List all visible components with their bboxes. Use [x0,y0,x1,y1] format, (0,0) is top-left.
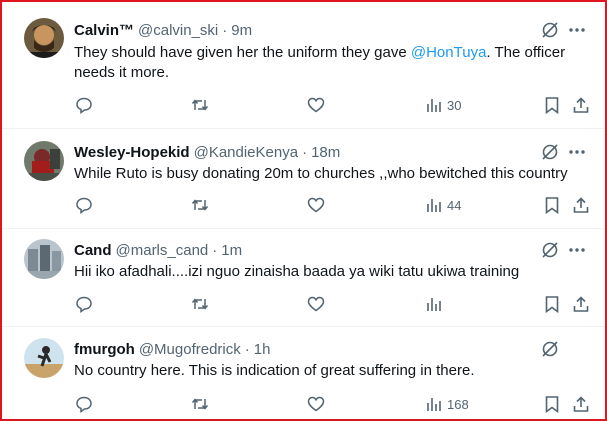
like-button[interactable] [307,95,325,115]
retweet-icon [191,199,209,211]
bookmark-button[interactable] [543,195,561,215]
tweet-header: fmurgoh @Mugofredrick · 1h [74,340,270,358]
reply-button[interactable] [75,195,93,215]
tweet-text: They should have given her the uniform t… [74,43,594,83]
timestamp[interactable]: 1h [254,341,271,358]
tweet[interactable]: Cand @marls_cand · 1m Hii iko afadhali..… [2,228,605,327]
retweet-icon [191,398,209,410]
separator-dot: · [244,340,250,358]
reply-button[interactable] [75,394,93,414]
tweet[interactable]: Calvin™ @calvin_ski · 9m They should hav… [2,2,605,129]
author-name[interactable]: fmurgoh [74,341,135,358]
bookmark-icon [545,197,559,214]
like-button[interactable] [307,195,325,215]
tweet-text-before: They should have given her the uniform t… [74,44,411,61]
views-button[interactable]: 44 [425,195,461,215]
retweet-button[interactable] [191,394,209,414]
avatar[interactable] [24,141,64,181]
share-icon [573,97,589,113]
tweet-header: Cand @marls_cand · 1m [74,241,242,259]
like-icon [307,396,325,412]
like-button[interactable] [307,394,325,414]
views-icon [427,199,441,212]
timeline: Calvin™ @calvin_ski · 9m They should hav… [0,0,607,421]
share-icon [573,396,589,412]
bookmark-button[interactable] [543,95,561,115]
views-button[interactable] [425,294,447,314]
more-icon[interactable] [567,143,587,161]
views-button[interactable]: 168 [425,394,469,414]
tweet-text: While Ruto is busy donating 20m to churc… [74,165,568,182]
timestamp[interactable]: 1m [221,242,242,259]
tweet-text: Hii iko afadhali....izi nguo zinaisha ba… [74,263,520,280]
views-count: 30 [447,97,462,113]
more-icon[interactable] [567,21,587,39]
bookmark-icon [545,97,559,114]
retweet-button[interactable] [191,294,209,314]
share-button[interactable] [572,95,590,115]
author-handle[interactable]: @KandieKenya [194,144,298,161]
grok-icon[interactable] [541,143,559,161]
views-count: 44 [447,197,462,213]
mention-link[interactable]: @HonTuya [411,44,487,61]
retweet-button[interactable] [191,95,209,115]
tweet[interactable]: fmurgoh @Mugofredrick · 1h No country he… [2,326,605,419]
views-icon [427,99,441,112]
bookmark-button[interactable] [543,394,561,414]
reply-button[interactable] [75,95,93,115]
share-button[interactable] [572,294,590,314]
like-icon [307,97,325,113]
like-button[interactable] [307,294,325,314]
retweet-icon [191,298,209,310]
author-name[interactable]: Cand [74,242,112,259]
separator-dot: · [222,21,228,39]
bookmark-icon [545,296,559,313]
avatar[interactable] [24,239,64,279]
more-icon[interactable] [567,241,587,259]
retweet-button[interactable] [191,195,209,215]
views-count: 168 [447,396,469,412]
reply-icon [76,197,92,214]
avatar[interactable] [24,18,64,58]
tweet[interactable]: Wesley-Hopekid @KandieKenya · 18m While … [2,128,605,229]
bookmark-button[interactable] [543,294,561,314]
timestamp[interactable]: 9m [231,22,252,39]
author-name[interactable]: Wesley-Hopekid [74,144,190,161]
retweet-icon [191,99,209,111]
reply-icon [76,97,92,114]
separator-dot: · [302,143,308,161]
reply-icon [76,296,92,313]
reply-icon [76,396,92,413]
grok-icon[interactable] [541,21,559,39]
share-icon [573,197,589,213]
tweet-header: Wesley-Hopekid @KandieKenya · 18m [74,143,340,161]
share-icon [573,296,589,312]
timestamp[interactable]: 18m [311,144,340,161]
reply-button[interactable] [75,294,93,314]
grok-icon[interactable] [541,241,559,259]
author-name[interactable]: Calvin™ [74,22,134,39]
author-handle[interactable]: @Mugofredrick [139,341,241,358]
grok-icon[interactable] [541,340,559,358]
share-button[interactable] [572,394,590,414]
bookmark-icon [545,396,559,413]
like-icon [307,296,325,312]
like-icon [307,197,325,213]
author-handle[interactable]: @marls_cand [116,242,209,259]
avatar[interactable] [24,338,64,378]
author-handle[interactable]: @calvin_ski [138,22,218,39]
tweet-text: No country here. This is indication of g… [74,362,475,379]
views-icon [427,298,441,311]
separator-dot: · [212,241,218,259]
views-button[interactable]: 30 [425,95,461,115]
share-button[interactable] [572,195,590,215]
tweet-header: Calvin™ @calvin_ski · 9m [74,21,252,39]
views-icon [427,398,441,411]
